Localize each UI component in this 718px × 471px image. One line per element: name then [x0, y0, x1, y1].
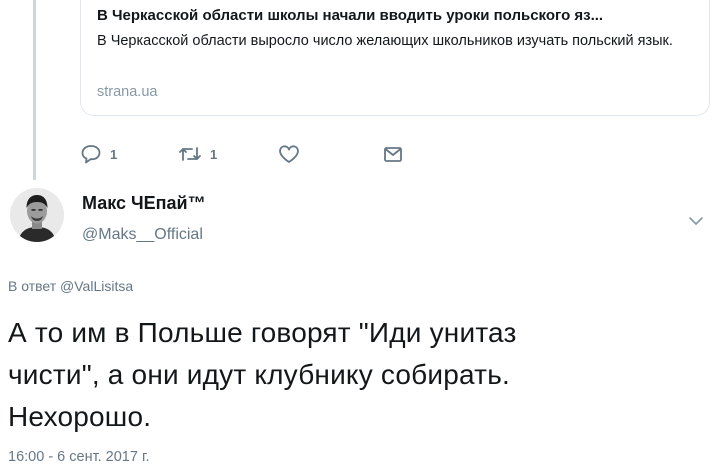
link-card-description: В Черкасской области выросло число желаю…	[97, 33, 673, 49]
tweet-text: А то им в Польше говорят "Иди унитаз чис…	[8, 317, 517, 432]
reply-button[interactable]: 1	[80, 144, 117, 164]
retweet-icon	[178, 144, 202, 164]
reply-count: 1	[110, 146, 118, 162]
author-handle[interactable]: @Maks__Official	[82, 226, 203, 244]
retweet-button[interactable]: 1	[178, 144, 217, 164]
link-preview-card[interactable]: В Черкасской области школы начали вводит…	[80, 0, 710, 116]
chevron-down-icon[interactable]	[688, 214, 704, 232]
author-avatar[interactable]	[10, 188, 64, 242]
like-icon	[278, 144, 300, 164]
reply-icon	[80, 144, 102, 164]
link-card-title[interactable]: В Черкасской области школы начали вводит…	[97, 7, 603, 24]
retweet-count: 1	[210, 146, 218, 162]
tweet-timestamp[interactable]: 16:00 - 6 сент. 2017 г.	[8, 449, 150, 465]
direct-message-button[interactable]	[382, 144, 404, 164]
reply-to-handle-link[interactable]: @ValLisitsa	[60, 278, 133, 294]
reply-prefix: В ответ	[8, 278, 57, 294]
like-button[interactable]	[278, 144, 308, 164]
reply-context: В ответ @ValLisitsa	[8, 278, 133, 294]
thread-connector-line	[33, 0, 36, 180]
link-card-domain: strana.ua	[97, 84, 158, 100]
author-name[interactable]: Макс ЧЕпай™	[82, 193, 206, 214]
message-icon	[382, 144, 404, 164]
